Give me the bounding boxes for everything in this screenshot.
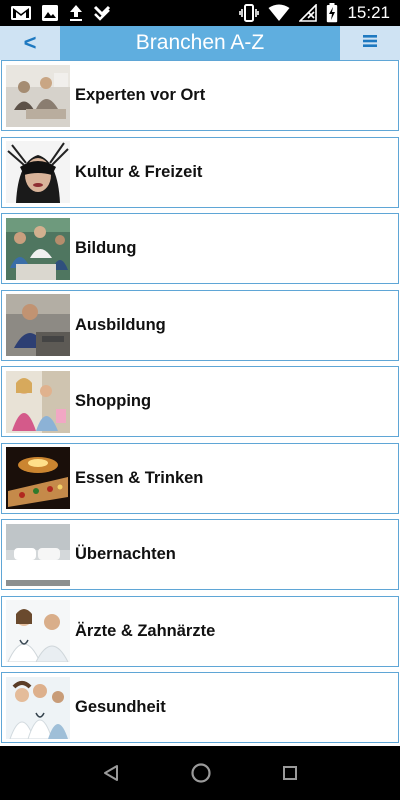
list-item-label: Kultur & Freizeit <box>75 162 203 181</box>
list-item[interactable]: Ausbildung <box>1 289 399 361</box>
list-item-label: Ärzte & Zahnärzte <box>75 621 216 640</box>
list-item[interactable]: Experten vor Ort <box>1 60 399 131</box>
list-item-label: Shopping <box>75 392 152 410</box>
recents-square-icon[interactable] <box>282 765 298 781</box>
vibrate-icon <box>239 4 260 22</box>
category-list[interactable]: Experten vor Ort Kultur & Freizeit Bildu… <box>0 60 400 746</box>
students-meeting-photo <box>6 217 70 280</box>
list-item[interactable]: Essen & Trinken <box>1 442 399 514</box>
back-button[interactable]: < <box>0 26 60 60</box>
hamburger-menu-icon <box>363 34 377 53</box>
app-header: < Branchen A-Z <box>0 26 400 60</box>
list-item-label: Bildung <box>75 239 137 257</box>
upload-icon <box>68 4 84 22</box>
masked-woman-photo <box>6 141 70 203</box>
notification-icons <box>0 4 111 22</box>
list-item-label: Gesundheit <box>75 698 166 716</box>
list-item[interactable]: Ärzte & Zahnärzte <box>1 595 399 667</box>
battery-charging-icon <box>326 3 338 23</box>
download-done-icon <box>93 4 111 22</box>
home-circle-icon[interactable] <box>190 762 212 784</box>
gmail-icon <box>10 5 32 21</box>
status-time: 15:21 <box>347 3 390 22</box>
page-title: Branchen A-Z <box>135 31 265 54</box>
shopping-women-photo <box>6 370 70 433</box>
hotel-bed-photo <box>6 523 70 586</box>
list-item-label: Experten vor Ort <box>75 86 206 104</box>
list-item[interactable]: Bildung <box>1 213 399 284</box>
back-triangle-icon[interactable] <box>102 764 120 782</box>
list-item[interactable]: Shopping <box>1 366 399 437</box>
people-office-photo <box>6 64 70 127</box>
status-bar: 15:21 <box>0 0 400 26</box>
medical-team-photo <box>6 676 70 739</box>
pizza-photo <box>6 447 70 509</box>
list-item-label: Essen & Trinken <box>75 468 204 487</box>
list-item[interactable]: Kultur & Freizeit <box>1 136 399 208</box>
menu-button[interactable] <box>340 26 400 60</box>
trainee-workshop-photo <box>6 294 70 356</box>
no-signal-icon <box>299 4 318 22</box>
wifi-icon <box>268 4 290 22</box>
list-item-label: Ausbildung <box>75 315 166 334</box>
list-item-label: Übernachten <box>75 545 176 563</box>
system-icons: 15:21 <box>239 3 400 23</box>
gallery-icon <box>41 4 59 22</box>
doctors-photo <box>6 600 70 662</box>
list-item[interactable]: Übernachten <box>1 519 399 590</box>
list-item[interactable]: Gesundheit <box>1 672 399 743</box>
navigation-bar <box>0 746 400 800</box>
